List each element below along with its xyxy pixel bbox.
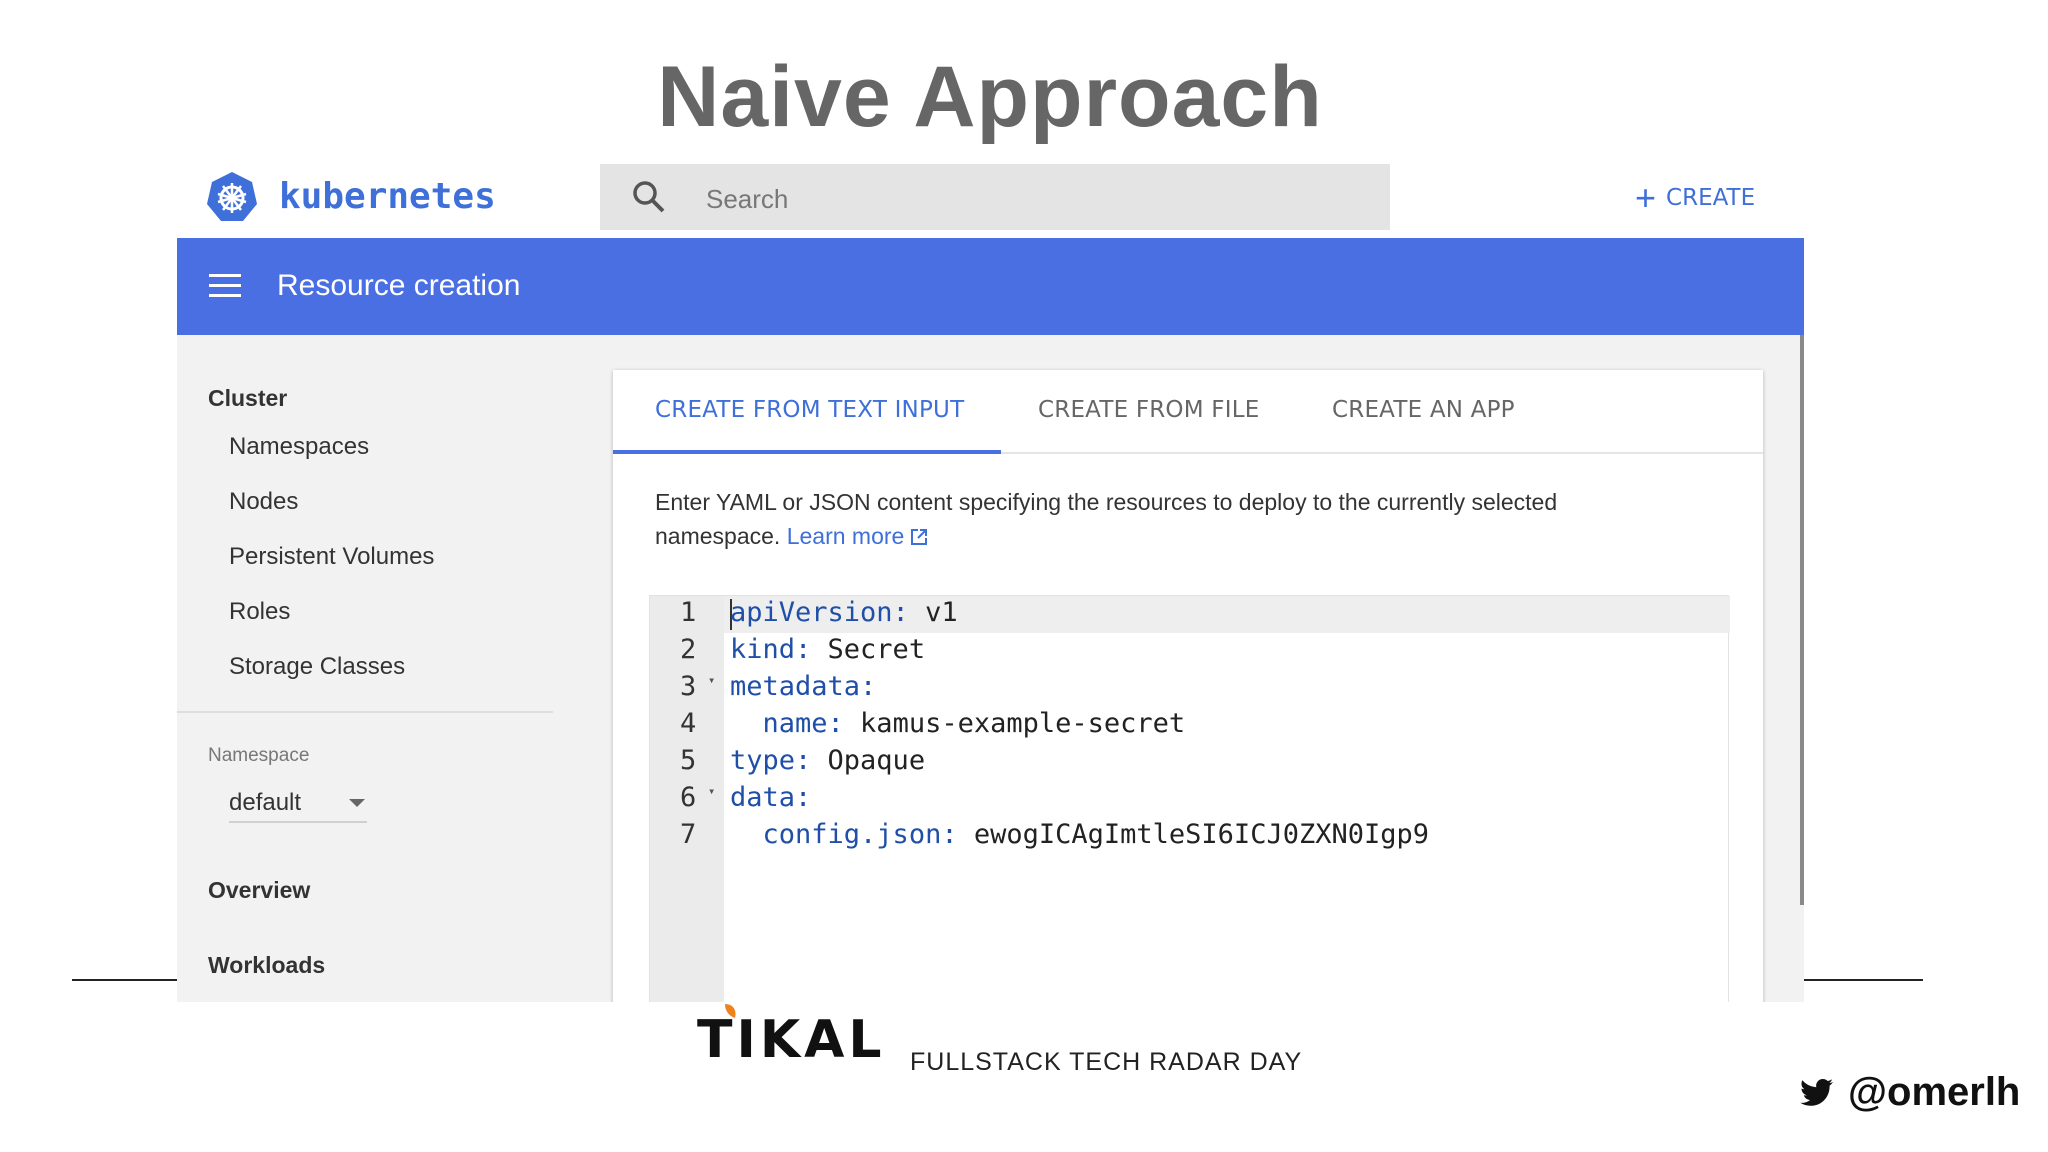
description-line-1: Enter YAML or JSON content specifying th… bbox=[655, 489, 1558, 515]
code-text: config.json: ewogICAgImtleSI6ICJ0ZXN0Igp… bbox=[730, 819, 1429, 850]
namespace-label: Namespace bbox=[208, 745, 310, 766]
dropdown-caret-icon bbox=[349, 799, 365, 807]
line-number: 3 bbox=[680, 671, 697, 702]
plus-icon: + bbox=[1635, 177, 1657, 218]
sidebar-item-namespaces[interactable]: Namespaces bbox=[229, 433, 369, 461]
divider-line-left bbox=[72, 979, 178, 981]
sidebar-divider bbox=[177, 711, 553, 713]
yaml-key: name: bbox=[762, 708, 844, 739]
line-number: 4 bbox=[680, 708, 697, 739]
sidebar-heading-cluster[interactable]: Cluster bbox=[208, 385, 287, 412]
hamburger-icon[interactable] bbox=[209, 274, 241, 298]
code-line[interactable]: 4 name: kamus-example-secret bbox=[650, 708, 1730, 744]
kubernetes-logo-icon[interactable] bbox=[205, 170, 259, 224]
twitter-handle-text: @omerlh bbox=[1848, 1070, 2021, 1114]
resource-card: CREATE FROM TEXT INPUT CREATE FROM FILE … bbox=[613, 370, 1763, 1002]
yaml-value: Opaque bbox=[811, 745, 926, 776]
top-bar: kubernetes Search + CREATE bbox=[177, 160, 1804, 238]
namespace-select[interactable]: default bbox=[229, 781, 367, 823]
learn-more-label: Learn more bbox=[786, 523, 905, 549]
code-text: type: Opaque bbox=[730, 745, 925, 776]
code-line[interactable]: 5 type: Opaque bbox=[650, 745, 1730, 781]
sidebar-item-overview[interactable]: Overview bbox=[208, 877, 310, 904]
yaml-value: ewogICAgImtleSI6ICJ0ZXN0Igp9 bbox=[957, 819, 1429, 850]
tab-create-from-file[interactable]: CREATE FROM FILE bbox=[1038, 397, 1259, 423]
dashboard-screenshot: kubernetes Search + CREATE Resource crea… bbox=[177, 160, 1804, 1002]
fold-arrow-icon[interactable]: ▾ bbox=[708, 784, 715, 798]
description-text: Enter YAML or JSON content specifying th… bbox=[655, 485, 1655, 553]
tab-bar: CREATE FROM TEXT INPUT CREATE FROM FILE … bbox=[613, 370, 1763, 454]
twitter-icon bbox=[1800, 1078, 1833, 1106]
line-number: 5 bbox=[680, 745, 697, 776]
tab-create-an-app[interactable]: CREATE AN APP bbox=[1332, 397, 1515, 423]
code-line[interactable]: 2 kind: Secret bbox=[650, 634, 1730, 670]
yaml-key: kind: bbox=[730, 634, 812, 665]
namespace-value: default bbox=[229, 789, 302, 816]
yaml-key: type: bbox=[730, 745, 812, 776]
sidebar-item-nodes[interactable]: Nodes bbox=[229, 488, 298, 516]
twitter-handle: @omerlh bbox=[1800, 1070, 2020, 1115]
line-number: 1 bbox=[680, 597, 697, 628]
search-input[interactable]: Search bbox=[706, 184, 788, 215]
divider-line-right bbox=[1803, 979, 1923, 981]
sidebar-item-persistent-volumes[interactable]: Persistent Volumes bbox=[229, 543, 434, 571]
code-text: data: bbox=[730, 782, 811, 813]
slide-title: Naive Approach bbox=[657, 49, 1323, 145]
code-line[interactable]: 1 apiVersion: v1 bbox=[650, 597, 1730, 633]
create-button-label: CREATE bbox=[1666, 185, 1756, 211]
yaml-value: kamus-example-secret bbox=[843, 708, 1186, 739]
sidebar-item-roles[interactable]: Roles bbox=[229, 598, 290, 626]
code-line[interactable]: 7 config.json: ewogICAgImtleSI6ICJ0ZXN0I… bbox=[650, 819, 1730, 855]
yaml-key: metadata: bbox=[730, 671, 877, 702]
code-text: kind: Secret bbox=[730, 634, 925, 665]
code-text: name: kamus-example-secret bbox=[730, 708, 1186, 739]
sidebar: Cluster Namespaces Nodes Persistent Volu… bbox=[177, 335, 613, 1002]
code-line[interactable]: 6 ▾ data: bbox=[650, 782, 1730, 818]
footer-tagline: FULLSTACK TECH RADAR DAY bbox=[910, 1048, 1303, 1076]
sidebar-item-workloads[interactable]: Workloads bbox=[208, 952, 325, 979]
search-bar[interactable]: Search bbox=[600, 164, 1390, 230]
yaml-value: Secret bbox=[811, 634, 926, 665]
brand-name[interactable]: kubernetes bbox=[279, 176, 496, 217]
yaml-editor[interactable]: 1 apiVersion: v1 2 kind: Secret 3 ▾ metadata: 4… bbox=[649, 595, 1730, 1002]
app-header: Resource creation bbox=[177, 238, 1804, 335]
yaml-value: v1 bbox=[908, 597, 958, 628]
sidebar-item-storage-classes[interactable]: Storage Classes bbox=[229, 653, 405, 681]
line-number: 2 bbox=[680, 634, 697, 665]
tab-create-from-text-input[interactable]: CREATE FROM TEXT INPUT bbox=[655, 397, 964, 423]
line-number: 6 bbox=[680, 782, 697, 813]
description-line-2: namespace. bbox=[655, 523, 781, 549]
line-number: 7 bbox=[680, 819, 697, 850]
scrollbar[interactable] bbox=[1800, 335, 1804, 905]
code-line[interactable]: 3 ▾ metadata: bbox=[650, 671, 1730, 707]
tikal-logo: TIKAL bbox=[697, 1004, 886, 1070]
search-icon bbox=[633, 181, 665, 213]
code-text: metadata: bbox=[730, 671, 876, 702]
fold-arrow-icon[interactable]: ▾ bbox=[708, 673, 715, 687]
page-title: Resource creation bbox=[277, 269, 521, 302]
main-content: CREATE FROM TEXT INPUT CREATE FROM FILE … bbox=[613, 335, 1804, 1002]
external-link-icon bbox=[911, 529, 928, 545]
yaml-key: config.json: bbox=[762, 819, 958, 850]
leaf-icon bbox=[725, 1004, 736, 1018]
yaml-key: apiVersion: bbox=[730, 597, 909, 628]
yaml-key: data: bbox=[730, 782, 812, 813]
create-button[interactable]: + CREATE bbox=[1635, 178, 1755, 218]
learn-more-link[interactable]: Learn more bbox=[787, 523, 929, 549]
code-text: apiVersion: v1 bbox=[730, 597, 958, 628]
active-tab-indicator bbox=[613, 450, 1001, 454]
